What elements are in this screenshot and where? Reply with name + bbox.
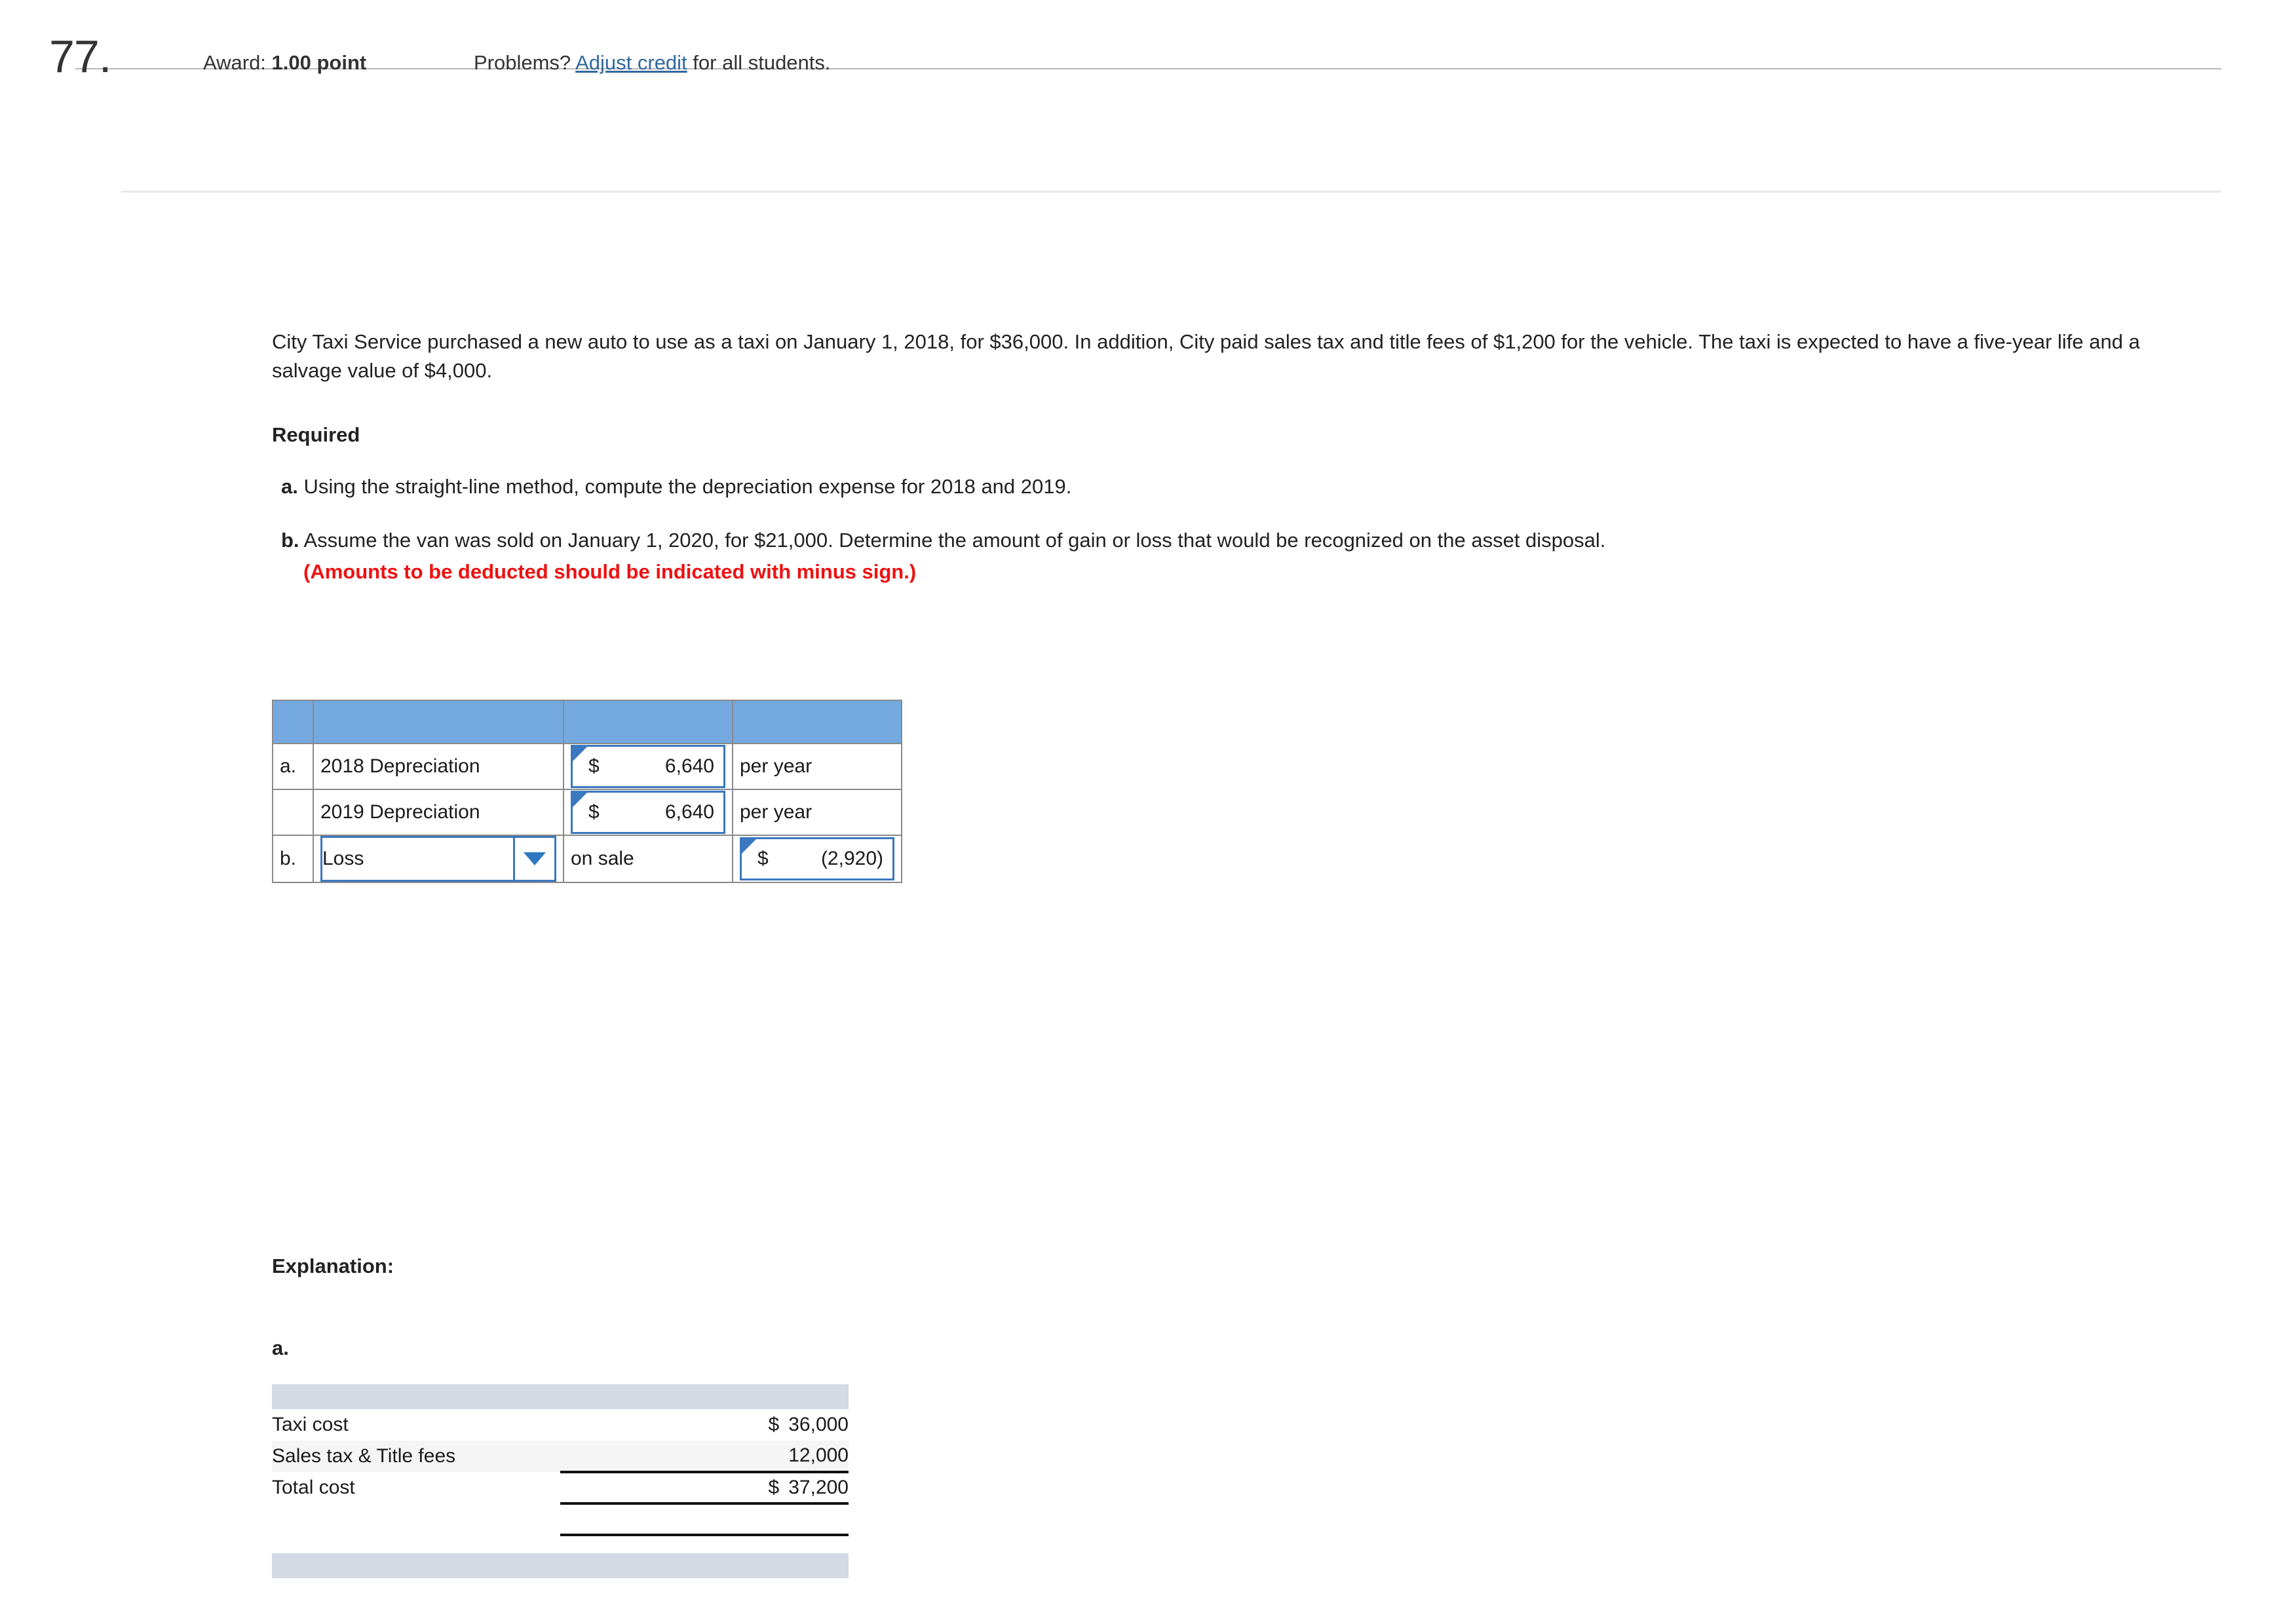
double-rule-spacer	[272, 1503, 560, 1535]
cost-row-name-taxi-cost: Taxi cost	[272, 1414, 349, 1435]
answer-table: a. 2018 Depreciation $ 6,640 per year 20…	[272, 700, 902, 883]
row-letter-a: a.	[272, 743, 314, 790]
row-unit-2019: per year	[732, 789, 902, 836]
cell-flag-icon	[573, 747, 587, 761]
award-value: 1.00 point	[271, 51, 367, 74]
spacer-cell-left	[272, 1535, 560, 1553]
chevron-down-icon	[524, 852, 546, 865]
cost-row-name-total-cost: Total cost	[272, 1477, 355, 1498]
cell-flag-icon	[573, 793, 587, 807]
dollar-sign-loss: $	[757, 848, 769, 869]
header-cell-unit	[732, 700, 902, 744]
cost-computation-table: Taxi cost $36,000 Sales tax & Title fees…	[272, 1384, 849, 1578]
requirement-b-text: Assume the van was sold on January 1, 20…	[303, 529, 1606, 552]
amount-value-2019: 6,640	[664, 801, 714, 823]
header-cell-label	[313, 700, 564, 744]
table-row: 2019 Depreciation $ 6,640 per year	[272, 789, 902, 836]
requirement-item-b: b. Assume the van was sold on January 1,…	[272, 527, 2234, 586]
requirement-b-letter: b.	[281, 529, 299, 552]
spacer-cell-right	[560, 1535, 849, 1553]
cost-row-value-sales-tax: 12,000	[560, 1441, 849, 1473]
explanation-heading: Explanation:	[272, 1255, 394, 1277]
cost-row-name-sales-tax: Sales tax & Title fees	[272, 1441, 560, 1472]
question-number: 77.	[49, 31, 111, 82]
adjust-credit-link[interactable]: Adjust credit	[575, 51, 687, 74]
problem-content: City Taxi Service purchased a new auto t…	[272, 328, 2238, 586]
amount-input-loss[interactable]: $ (2,920)	[740, 837, 894, 880]
requirement-item-a: a. Using the straight-line method, compu…	[272, 473, 2234, 500]
gain-loss-selected-value: Loss	[322, 848, 364, 869]
cost-table-top-band	[272, 1384, 849, 1409]
gain-loss-dropdown-button[interactable]	[513, 836, 556, 882]
cost-number-taxi: 36,000	[788, 1414, 849, 1435]
row-unit-on-sale: on sale	[563, 835, 733, 883]
problems-block: Problems? Adjust credit for all students…	[474, 51, 831, 75]
table-row: a. 2018 Depreciation $ 6,640 per year	[272, 743, 902, 790]
header-cell-amount	[563, 700, 733, 744]
gain-loss-select-field[interactable]: Loss	[320, 836, 513, 882]
cell-flag-icon	[742, 839, 756, 854]
gain-loss-dropdown[interactable]: Loss	[320, 836, 556, 882]
problem-statement: City Taxi Service purchased a new auto t…	[272, 330, 2140, 382]
double-rule-line	[560, 1502, 849, 1536]
bottom-band-cell-name	[272, 1553, 560, 1578]
cost-dollar-sign-total: $	[768, 1477, 780, 1498]
cost-row-value-total-cost: $37,200	[560, 1472, 849, 1503]
explanation-part-letter: a.	[272, 1336, 289, 1359]
row-letter-blank	[272, 789, 314, 836]
requirement-a-letter: a.	[281, 475, 298, 498]
cost-number-total: 37,200	[788, 1477, 849, 1498]
cost-table-bottom-band	[272, 1553, 849, 1578]
amount-input-2019[interactable]: $ 6,640	[571, 791, 725, 834]
problems-suffix-text: for all students.	[693, 51, 831, 74]
table-row: Total cost $37,200	[272, 1472, 849, 1503]
cost-row-value-taxi-cost: $36,000	[560, 1409, 849, 1441]
bottom-band-cell-value	[560, 1553, 849, 1578]
row-label-2019-depreciation: 2019 Depreciation	[313, 789, 564, 836]
header-cell-letter	[272, 700, 314, 744]
row-letter-b: b.	[272, 835, 314, 883]
question-header-inner	[121, 69, 2221, 193]
row-select-cell-gain-loss: Loss	[313, 835, 564, 883]
cost-table-spacer	[272, 1535, 849, 1553]
row-label-2018-depreciation: 2018 Depreciation	[313, 743, 564, 790]
amount-value-loss: (2,920)	[820, 848, 883, 869]
answer-table-header-row	[272, 700, 902, 744]
cost-number-sales-tax: 12,000	[788, 1445, 849, 1466]
required-heading: Required	[272, 423, 360, 446]
amount-input-2018[interactable]: $ 6,640	[571, 745, 725, 788]
cost-total-double-rule	[272, 1502, 849, 1536]
band-cell-value	[560, 1384, 849, 1409]
problems-prefix-text: Problems?	[474, 51, 571, 74]
dollar-sign-2018: $	[588, 755, 600, 777]
row-unit-2018: per year	[732, 743, 902, 790]
minus-sign-note: (Amounts to be deducted should be indica…	[303, 560, 917, 583]
row-amount-cell-2018: $ 6,640	[563, 743, 733, 790]
question-header-bar	[75, 68, 2221, 193]
dollar-sign-2019: $	[588, 801, 600, 823]
cost-dollar-sign-taxi: $	[768, 1414, 780, 1435]
row-amount-cell-2019: $ 6,640	[563, 789, 733, 836]
explanation-table-container: Taxi cost $36,000 Sales tax & Title fees…	[272, 1384, 849, 1578]
award-block: Award: 1.00 point	[203, 51, 366, 75]
answer-table-container: a. 2018 Depreciation $ 6,640 per year 20…	[272, 700, 902, 883]
table-row: Sales tax & Title fees 12,000	[272, 1441, 849, 1473]
band-cell-name	[272, 1384, 560, 1409]
table-row: Taxi cost $36,000	[272, 1409, 849, 1441]
row-amount-cell-loss: $ (2,920)	[732, 835, 902, 883]
requirement-a-text: Using the straight-line method, compute …	[303, 475, 1072, 498]
award-label: Award:	[203, 51, 266, 74]
amount-value-2018: 6,640	[664, 755, 714, 777]
table-row: b. Loss on sale $ (2,920)	[272, 835, 902, 883]
